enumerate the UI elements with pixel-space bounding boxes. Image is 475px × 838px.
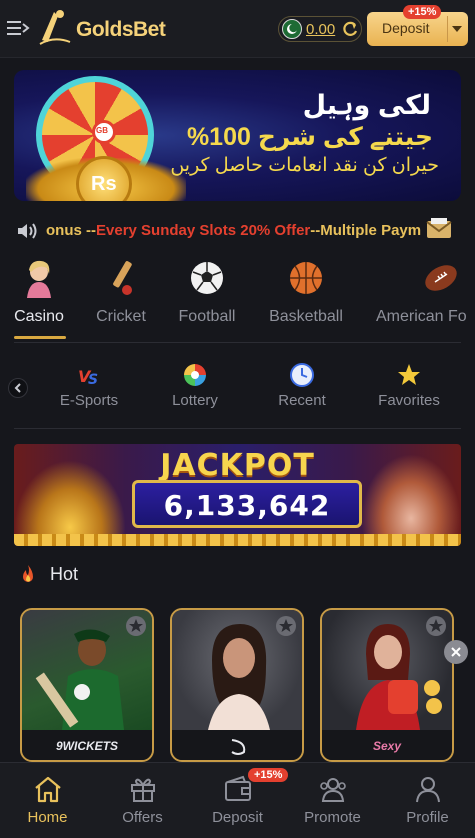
people-icon (318, 775, 348, 803)
marquee-part-1: onus -- (46, 222, 96, 239)
hot-title: Hot (50, 564, 79, 584)
top-header: GoldsBet 0.00 Deposit +15% (0, 0, 475, 58)
promo-banner[interactable]: GB Rs لکی وہیل جیتنے کی شرح 100% حیران ک… (14, 70, 461, 201)
gift-icon (128, 775, 158, 803)
speaker-icon (16, 221, 40, 241)
deposit-bonus-badge: +15% (403, 5, 442, 19)
favorite-star-icon[interactable] (276, 616, 296, 636)
provider-name: 9WICKETS (55, 739, 118, 753)
nav-offers[interactable]: Offers (95, 763, 190, 838)
marquee-part-3: --Multiple Paym (310, 222, 421, 239)
tab-recent[interactable]: Recent (252, 358, 352, 416)
tab-label: E-Sports (59, 392, 119, 409)
football-icon (187, 258, 227, 298)
esports-icon: V S (76, 362, 102, 388)
tab-cricket[interactable]: Cricket (76, 254, 166, 342)
tab-basketball[interactable]: Basketball (256, 254, 356, 342)
jackpot-amount-plate: 6,133,642 (132, 480, 362, 528)
jackpot-title: JACKPOT (160, 448, 315, 483)
banner-subtitle: جیتنے کی شرح 100% (186, 123, 433, 151)
close-icon[interactable] (444, 640, 468, 664)
star-icon (396, 362, 422, 388)
nav-profile[interactable]: Profile (380, 763, 475, 838)
game-card-baccarat[interactable]: Sexy (320, 608, 454, 762)
nav-label: Profile (406, 809, 449, 826)
favorite-star-icon[interactable] (426, 616, 446, 636)
nav-promote[interactable]: Promote (285, 763, 380, 838)
bottom-navigation: Home Offers Deposit +15% Promote Profile (0, 762, 475, 838)
divider (14, 342, 461, 343)
logo-text: GoldsBet (76, 18, 166, 41)
provider-logo: 9WICKETS (22, 730, 152, 760)
deposit-divider (447, 16, 448, 42)
tab-favorites[interactable]: Favorites (359, 358, 459, 416)
wheel-label: GB (96, 126, 108, 135)
coin-label: Rs (91, 173, 117, 195)
nav-label: Offers (122, 809, 163, 826)
provider-logo: Sexy (322, 730, 452, 760)
refresh-icon[interactable] (342, 20, 359, 38)
wheel-center-logo: GB (92, 120, 116, 144)
casino-icon (19, 258, 59, 298)
wallet-icon (223, 775, 253, 803)
nav-label: Promote (304, 809, 361, 826)
balance-amount: 0.00 (306, 21, 336, 38)
tab-label: Cricket (96, 308, 146, 325)
cricket-icon (101, 258, 141, 298)
jackpot-amount: 6,133,642 (163, 489, 331, 522)
tab-label: Football (178, 308, 236, 325)
mail-icon[interactable] (426, 216, 452, 242)
active-tab-indicator (14, 336, 66, 339)
balance-display[interactable]: 0.00 (278, 16, 362, 42)
tab-football[interactable]: Football (162, 254, 252, 342)
tab-label: Lottery (172, 392, 218, 409)
tab-lottery[interactable]: Lottery (145, 358, 245, 416)
tab-label: American Fo (376, 308, 467, 325)
basketball-icon (286, 258, 326, 298)
game-card-cricket[interactable]: 9WICKETS (20, 608, 154, 762)
coin-strip (14, 534, 461, 546)
goldsbet-logo[interactable]: GoldsBet (34, 6, 184, 50)
deposit-bonus-badge: +15% (248, 768, 289, 782)
fire-icon (18, 564, 38, 586)
provider-name: Sexy (372, 739, 402, 753)
category-tabs: Casino Cricket Football Basketball Ameri… (0, 254, 475, 342)
tab-casino[interactable]: Casino (0, 254, 84, 342)
tab-american-football[interactable]: American Fo (366, 254, 475, 342)
menu-collapse-icon[interactable] (6, 16, 32, 40)
favorite-star-icon[interactable] (126, 616, 146, 636)
announcement-marquee[interactable]: onus --Every Sunday Slots 20% Offer--Mul… (0, 212, 475, 248)
banner-tagline: حیران کن نقد انعامات حاصل کریں (170, 155, 439, 176)
lottery-icon (182, 362, 208, 388)
nav-label: Deposit (212, 809, 263, 826)
pakistan-flag-icon (282, 19, 302, 39)
tab-label: Recent (278, 392, 326, 409)
svg-text:S: S (88, 372, 98, 388)
clock-icon (289, 362, 315, 388)
game-card-portrait[interactable] (170, 608, 304, 762)
tab-label: Casino (14, 308, 64, 325)
deposit-label: Deposit (382, 20, 430, 36)
nav-home[interactable]: Home (0, 763, 95, 838)
sub-category-tabs: V S E-Sports Lottery Recent Favorites (0, 352, 475, 420)
tab-label: Basketball (269, 308, 343, 325)
divider (14, 428, 461, 429)
chevron-left-icon[interactable] (8, 378, 28, 398)
nav-label: Home (27, 809, 68, 826)
marquee-text: onus --Every Sunday Slots 20% Offer--Mul… (46, 222, 421, 242)
american-football-icon (421, 258, 461, 298)
tab-esports[interactable]: V S E-Sports (39, 358, 139, 416)
provider-logo (172, 730, 302, 760)
chevron-down-icon[interactable] (452, 26, 462, 32)
banner-title: لکی وہیل (302, 90, 431, 120)
tab-label: Favorites (378, 392, 440, 409)
home-icon (33, 775, 63, 803)
profile-icon (413, 775, 443, 803)
marquee-part-2: Every Sunday Slots 20% Offer (96, 222, 311, 239)
jackpot-banner[interactable]: JACKPOT 6,133,642 (14, 444, 461, 546)
